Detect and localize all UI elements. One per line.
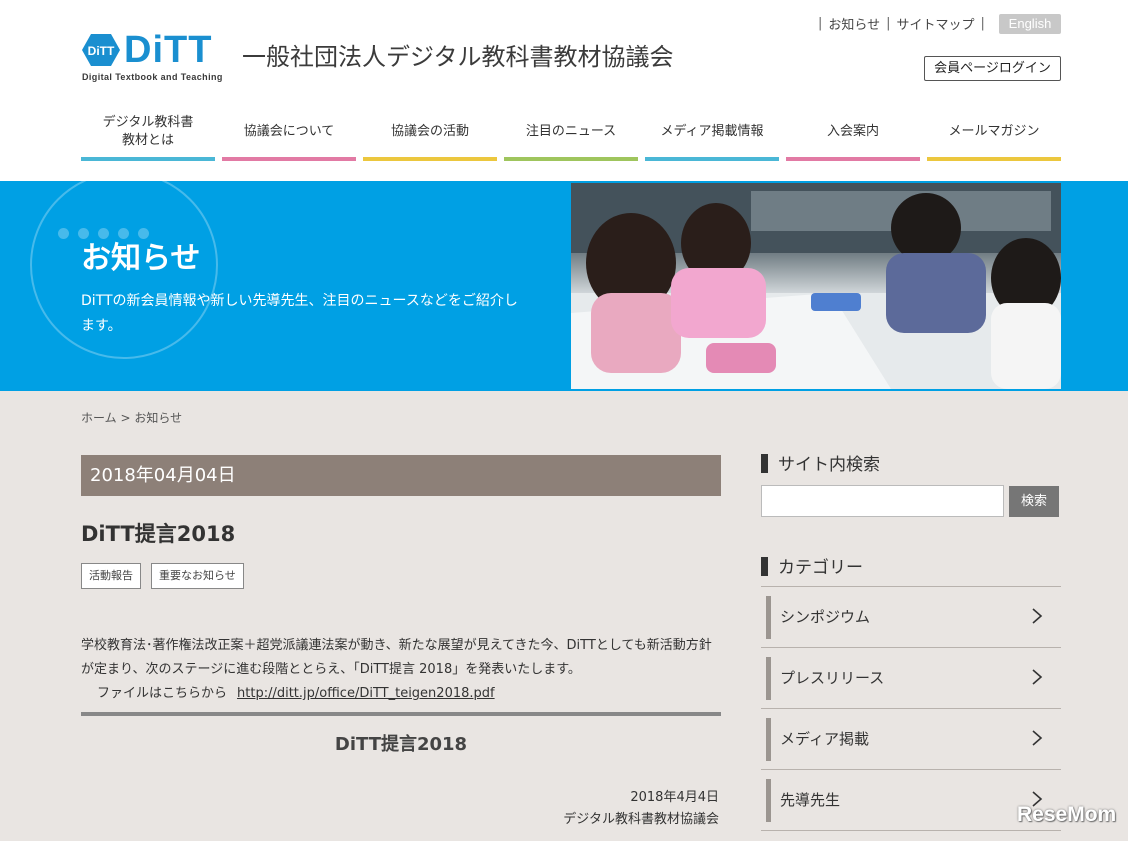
file-pdf-link[interactable]: http://ditt.jp/office/DiTT_teigen2018.pd… xyxy=(237,686,495,701)
nav-label: メールマガジン xyxy=(948,123,1040,139)
document-date: 2018年4月4日 xyxy=(630,790,719,805)
category-item-symposium[interactable]: シンポジウム xyxy=(761,587,1061,648)
post-body: 学校教育法･著作権法改正案＋超党派議連法案が動き、新たな展望が見えてきた今、Di… xyxy=(81,638,712,677)
heading-bar-icon xyxy=(761,454,768,473)
category-label: メディア掲載 xyxy=(780,730,869,748)
util-link-news[interactable]: お知らせ xyxy=(828,14,880,33)
category-item-lead-teacher[interactable]: 先導先生 xyxy=(761,770,1061,831)
nav-item-media[interactable]: メディア掲載情報 xyxy=(645,106,779,161)
nav-label: 入会案内 xyxy=(826,123,879,139)
category-heading-label: カテゴリー xyxy=(778,558,863,578)
category-label: プレスリリース xyxy=(780,669,885,687)
nav-label: デジタル教科書 教材とは xyxy=(102,114,194,148)
category-item-media[interactable]: メディア掲載 xyxy=(761,709,1061,770)
nav-label: 注目のニュース xyxy=(525,123,617,139)
breadcrumb: ホーム > お知らせ xyxy=(81,409,182,426)
chevron-right-icon xyxy=(1032,669,1043,685)
tag-important-notice[interactable]: 重要なお知らせ xyxy=(151,563,244,589)
hero-description: DiTTの新会員情報や新しい先導先生、注目のニュースなどをご紹介します。 xyxy=(81,293,518,334)
logo-text[interactable]: DiTT xyxy=(124,30,212,70)
tag-activity-report[interactable]: 活動報告 xyxy=(81,563,141,589)
utility-links: | お知らせ | サイトマップ | xyxy=(812,14,991,33)
util-separator: | xyxy=(886,16,891,31)
logo-subtext: Digital Textbook and Teaching xyxy=(82,72,223,82)
english-button[interactable]: English xyxy=(999,14,1061,34)
nav-item-mail-magazine[interactable]: メールマガジン xyxy=(927,106,1061,161)
category-accent-bar xyxy=(766,596,771,639)
breadcrumb-current: お知らせ xyxy=(134,411,183,425)
file-line: ファイルはこちらから http://ditt.jp/office/DiTT_tei… xyxy=(97,682,495,701)
post-date: 2018年04月04日 xyxy=(81,455,721,496)
search-input[interactable] xyxy=(761,485,1004,517)
category-accent-bar xyxy=(766,657,771,700)
nav-label: 協議会の活動 xyxy=(390,123,469,139)
hero-banner: お知らせ DiTTの新会員情報や新しい先導先生、注目のニュースなどをご紹介します… xyxy=(0,181,1128,391)
section-divider xyxy=(81,712,721,716)
category-accent-bar xyxy=(766,718,771,761)
heading-bar-icon xyxy=(761,557,768,576)
chevron-right-icon xyxy=(1032,608,1043,624)
watermark-logo: ReseMom xyxy=(1017,803,1117,826)
category-item-press-release[interactable]: プレスリリース xyxy=(761,648,1061,709)
breadcrumb-home[interactable]: ホーム xyxy=(81,411,117,425)
search-button[interactable]: 検索 xyxy=(1009,486,1059,517)
nav-item-digital-textbook[interactable]: デジタル教科書 教材とは xyxy=(81,106,215,161)
breadcrumb-separator: > xyxy=(120,411,131,425)
util-separator: | xyxy=(818,16,823,31)
nav-item-membership[interactable]: 入会案内 xyxy=(786,106,920,161)
category-label: シンポジウム xyxy=(780,608,871,626)
org-name: 一般社団法人デジタル教科書教材協議会 xyxy=(242,43,674,71)
document-organization: デジタル教科書教材協議会 xyxy=(563,812,719,827)
svg-text:DiTT: DiTT xyxy=(88,44,115,58)
nav-item-about[interactable]: 協議会について xyxy=(222,106,356,161)
category-accent-bar xyxy=(766,779,771,822)
category-heading: カテゴリー xyxy=(761,557,863,579)
member-login-button[interactable]: 会員ページログイン xyxy=(924,56,1061,81)
decorative-dot xyxy=(58,228,69,239)
search-heading-label: サイト内検索 xyxy=(778,455,880,475)
post-title: DiTT提言2018 xyxy=(81,522,236,546)
hero-title: お知らせ xyxy=(81,241,201,276)
nav-item-news[interactable]: 注目のニュース xyxy=(504,106,638,161)
util-separator: | xyxy=(980,16,985,31)
nav-item-activities[interactable]: 協議会の活動 xyxy=(363,106,497,161)
nav-label: 協議会について xyxy=(243,123,335,139)
search-heading: サイト内検索 xyxy=(761,454,880,476)
category-label: 先導先生 xyxy=(780,791,841,809)
util-link-sitemap[interactable]: サイトマップ xyxy=(897,14,975,33)
file-label: ファイルはこちらから xyxy=(97,686,228,701)
chevron-right-icon xyxy=(1032,730,1043,746)
document-title: DiTT提言2018 xyxy=(334,734,468,755)
hero-photo-children xyxy=(571,183,1061,389)
nav-label: メディア掲載情報 xyxy=(660,123,764,139)
site-header: DiTT DiTT Digital Textbook and Teaching … xyxy=(0,0,1128,181)
logo-hexagon-icon[interactable]: DiTT xyxy=(81,33,121,67)
